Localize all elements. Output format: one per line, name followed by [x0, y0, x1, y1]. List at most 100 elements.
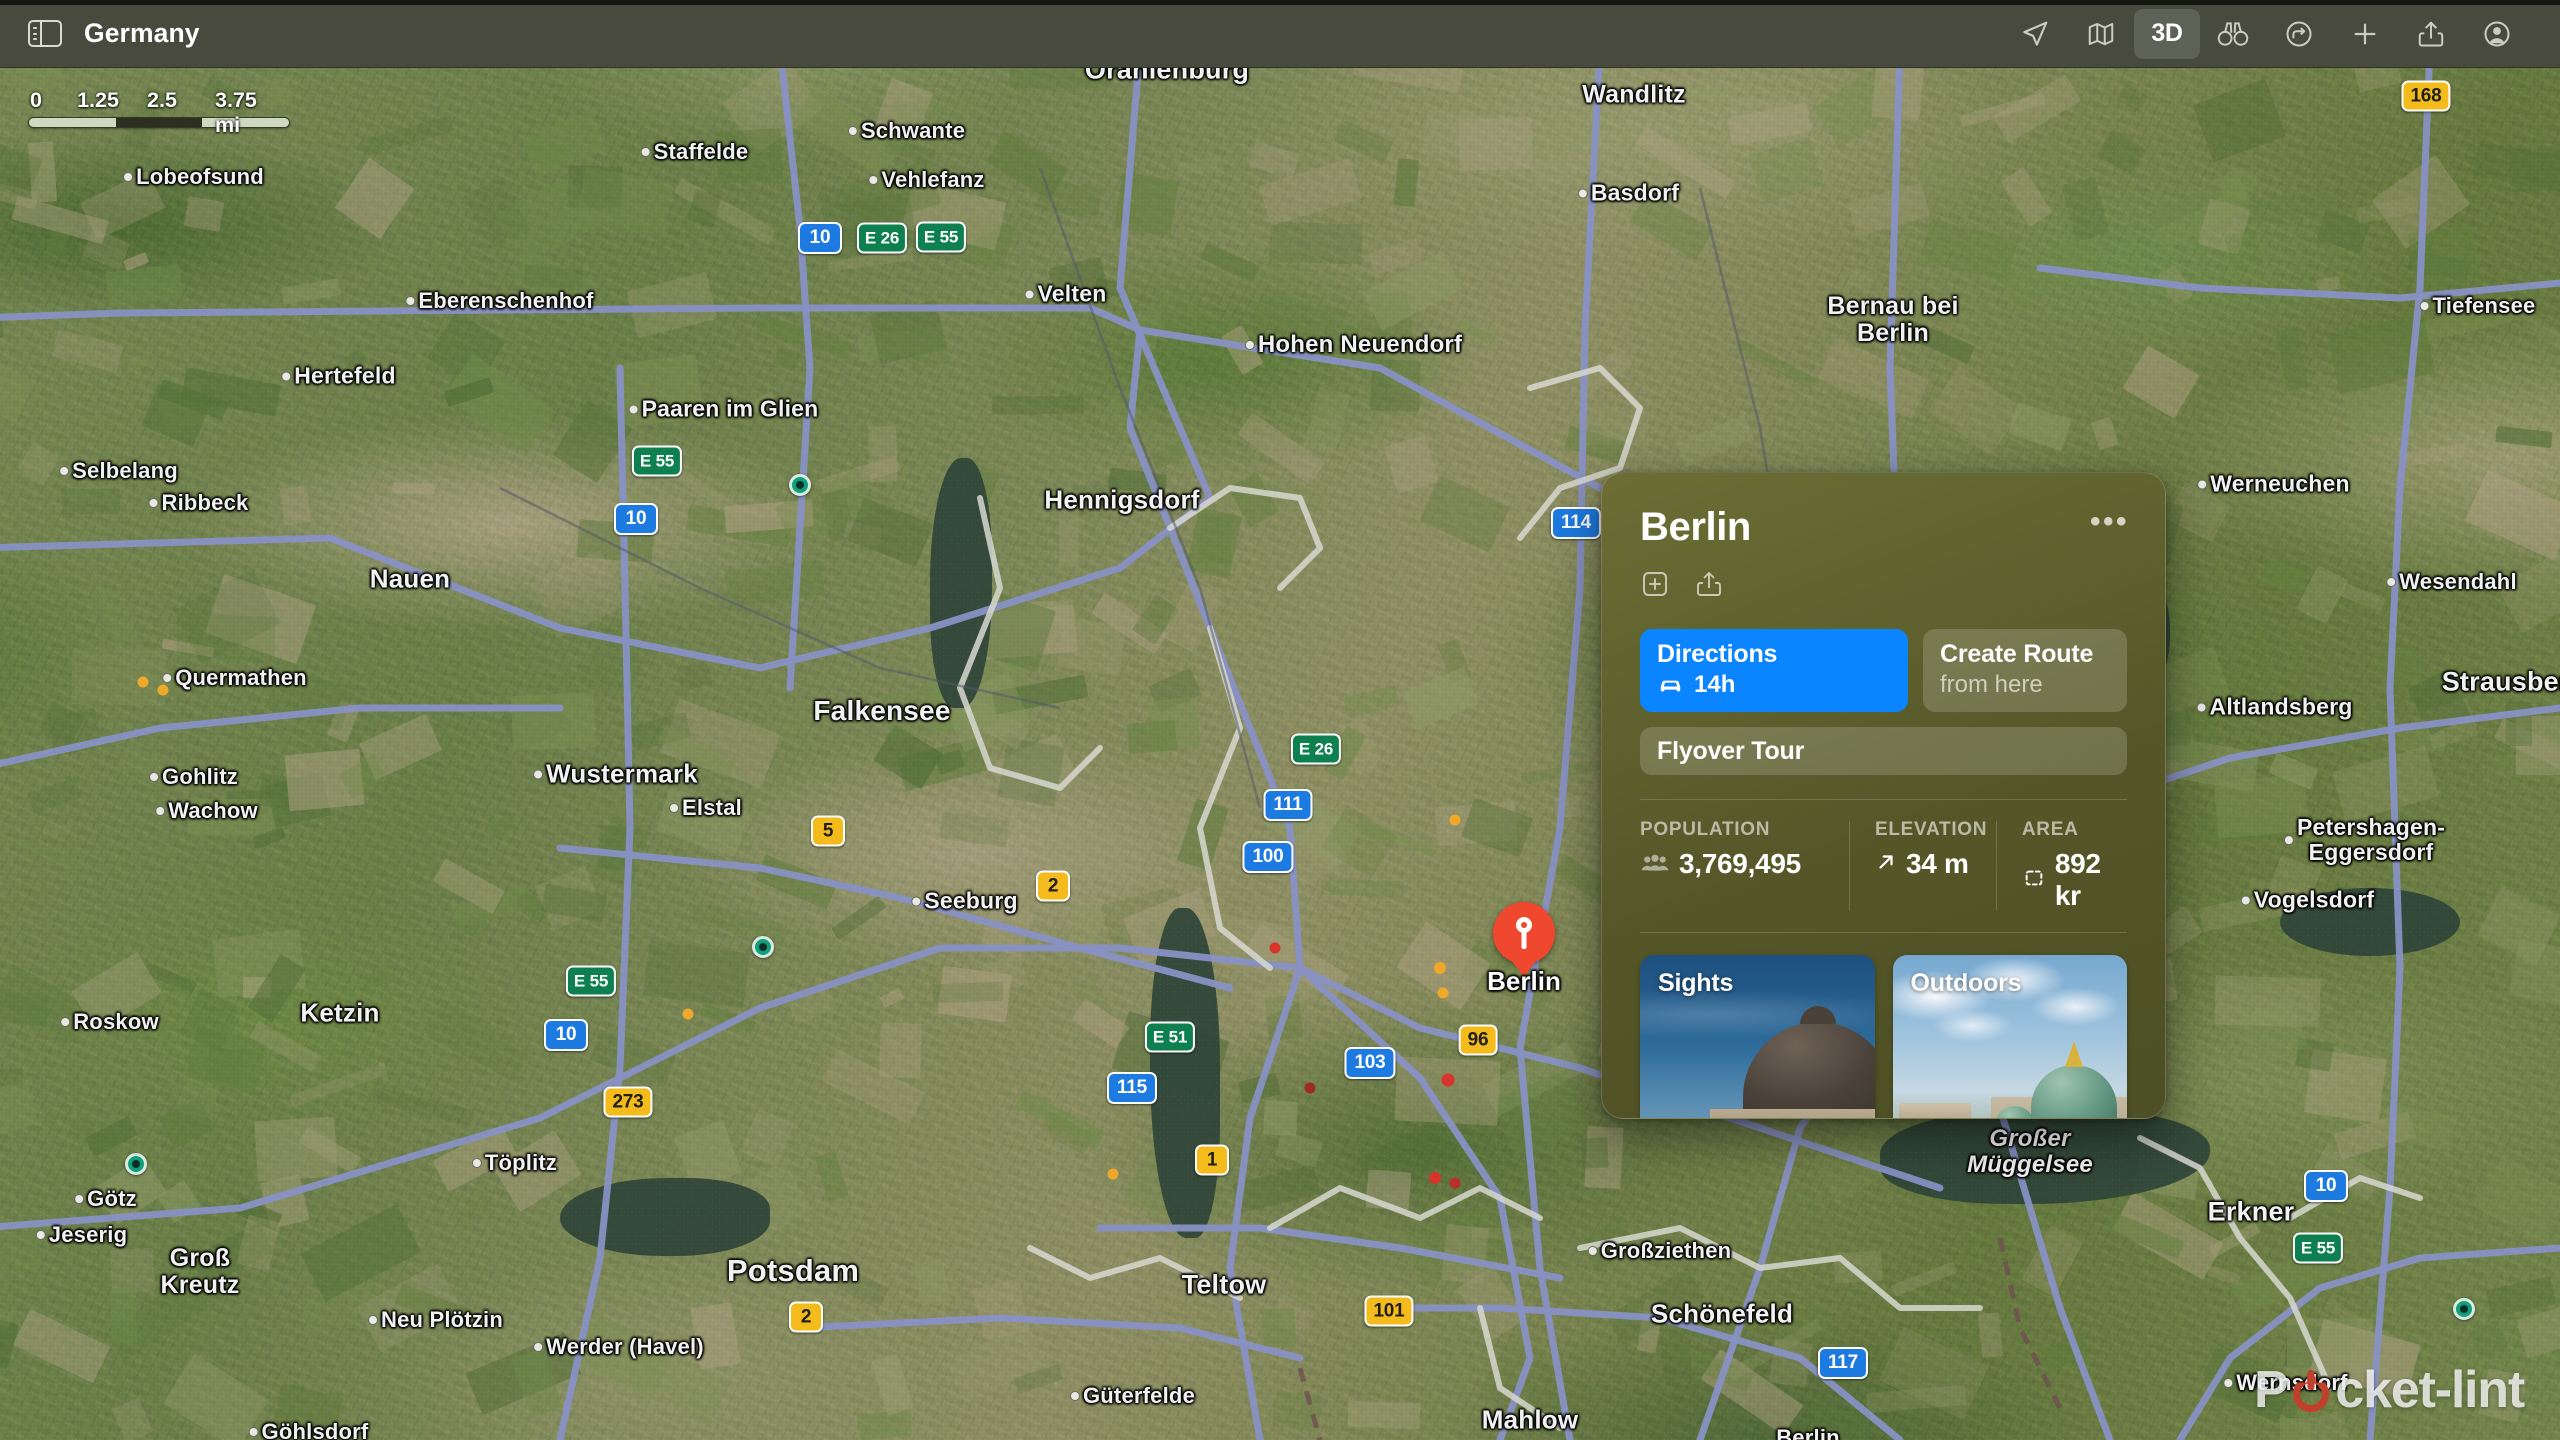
road-shield: 96: [1458, 1024, 1498, 1056]
road-shield: E 55: [915, 221, 967, 253]
power-symbol-icon: [2288, 1367, 2334, 1413]
map-poi-dot[interactable]: [752, 936, 774, 958]
berlin-pin-label: Berlin: [1487, 966, 1561, 996]
map-poi-dot[interactable]: [789, 474, 811, 496]
road-shield: 10: [2304, 1170, 2348, 1202]
page-title: Germany: [84, 18, 200, 48]
flyover-tour-label: Flyover Tour: [1657, 736, 1805, 765]
share-icon[interactable]: [2398, 9, 2464, 59]
scale-tick-0: 0: [30, 88, 42, 112]
road-shield: 273: [603, 1086, 653, 1118]
directions-icon[interactable]: [2266, 9, 2332, 59]
watermark-text-before: P: [2253, 1361, 2289, 1419]
share-place-icon[interactable]: [1694, 569, 1724, 599]
traffic-dot: [157, 684, 169, 696]
map-poi-dot[interactable]: [2453, 1298, 2475, 1320]
directions-label: Directions: [1657, 640, 1778, 668]
road-shield: 117: [1817, 1347, 1869, 1379]
scale-tick-2: 2.5: [147, 88, 177, 112]
traffic-dot: [1429, 1172, 1441, 1184]
flyover-tour-button[interactable]: Flyover Tour: [1640, 727, 2127, 775]
map-canvas[interactable]: 10 E 26 E 55 168 E 55 10 114 E 26 111 5 100 2 E 55 10…: [0, 68, 2560, 1440]
car-icon: [1657, 676, 1684, 694]
dashed-square-icon: [2022, 864, 2046, 896]
traffic-dot: [1434, 962, 1446, 974]
road-shield: 101: [1364, 1295, 1414, 1327]
road-shield: 115: [1106, 1072, 1158, 1104]
traffic-dot: [1441, 1073, 1455, 1087]
traffic-dot: [137, 676, 149, 688]
traffic-dot: [1449, 1177, 1461, 1189]
maps-window: Germany 3D 10 E 26 E 55 168 E 55 10 114 …: [0, 0, 2560, 1440]
more-options-button[interactable]: •••: [2090, 507, 2129, 537]
three-d-toggle[interactable]: 3D: [2134, 8, 2200, 59]
stat-population-key: POPULATION: [1640, 819, 1771, 840]
card-divider: [1640, 799, 2127, 800]
traffic-dot: [1107, 1168, 1119, 1180]
tile-outdoors[interactable]: Outdoors: [1892, 955, 2127, 1118]
road-shield: E 51: [1144, 1021, 1196, 1053]
directions-duration: 14h: [1694, 671, 1736, 698]
map-mode-icon[interactable]: [2068, 9, 2134, 59]
road-shield: 10: [614, 503, 658, 535]
add-to-guide-icon[interactable]: [1640, 569, 1670, 599]
scale-tick-1: 1.25: [77, 88, 119, 112]
card-action-icons: [1640, 569, 2127, 599]
road-shield: E 55: [565, 965, 617, 997]
window-titlebar: Germany 3D: [0, 0, 2560, 68]
map-poi-dot[interactable]: [125, 1153, 147, 1175]
stat-elevation: ELEVATION 34 m: [1848, 819, 1996, 912]
traffic-dot: [1437, 987, 1449, 999]
sidebar-toggle-icon[interactable]: [28, 20, 62, 47]
card-divider-2: [1640, 932, 2127, 933]
traffic-dot: [1269, 942, 1281, 954]
stat-elevation-key: ELEVATION: [1874, 819, 1988, 840]
people-icon: [1640, 848, 1670, 880]
traffic-dot: [1449, 814, 1461, 826]
map-scale-bar: 0 1.25 2.5 3.75 mi: [28, 88, 290, 137]
tile-sights[interactable]: Sights: [1640, 955, 1875, 1118]
road-shield: 100: [1242, 841, 1294, 873]
road-network: [0, 68, 2560, 1440]
place-info-card[interactable]: Berlin ••• Directions 14h Create Route f…: [1601, 472, 2166, 1119]
tile-sights-label: Sights: [1658, 969, 1734, 997]
look-around-icon[interactable]: [2200, 9, 2266, 59]
road-shield: E 55: [631, 445, 683, 477]
account-icon[interactable]: [2464, 9, 2530, 59]
create-route-button[interactable]: Create Route from here: [1923, 629, 2127, 712]
pocket-lint-watermark: P cket-lint: [2253, 1360, 2525, 1420]
road-shield: E 26: [856, 222, 908, 254]
three-d-label: 3D: [2151, 19, 2183, 47]
locate-icon[interactable]: [2002, 9, 2068, 59]
directions-button[interactable]: Directions 14h: [1640, 629, 1908, 712]
card-cta-row: Directions 14h Create Route from here: [1640, 629, 2127, 712]
road-shield: 114: [1550, 507, 1602, 539]
scale-tick-3: 3.75 mi: [215, 88, 257, 137]
stat-area-key: AREA: [2021, 819, 2079, 840]
create-route-sublabel: from here: [1940, 671, 2043, 698]
road-shield: 2: [1036, 870, 1070, 902]
stat-elevation-value: 34 m: [1905, 848, 1969, 879]
stat-population-value: 3,769,495: [1679, 848, 1801, 879]
road-shield: 168: [2401, 80, 2451, 112]
road-shield: 111: [1263, 789, 1313, 821]
place-name: Berlin: [1640, 505, 1751, 549]
stat-area-value: 892 kr: [2054, 848, 2101, 911]
category-tiles: Sights Outdoors: [1640, 955, 2127, 1118]
toolbar: 3D: [2002, 8, 2560, 59]
road-shield: 5: [811, 815, 845, 847]
traffic-dot: [1304, 1082, 1316, 1094]
road-shield: 1: [1195, 1144, 1229, 1176]
road-shield: E 55: [2292, 1232, 2344, 1264]
arrow-up-right-icon: [1875, 848, 1897, 880]
place-stats: POPULATION 3,769,495 ELEVATION 34 m AREA…: [1640, 819, 2127, 912]
create-route-label: Create Route: [1940, 640, 2094, 668]
add-icon[interactable]: [2332, 9, 2398, 59]
watermark-text-after: cket-lint: [2335, 1361, 2525, 1419]
road-shield: 103: [1344, 1047, 1396, 1079]
stat-area: AREA 892 kr: [1995, 819, 2127, 912]
tile-outdoors-label: Outdoors: [1910, 969, 2022, 997]
road-shield: 10: [544, 1019, 588, 1051]
scale-tick-labels: 0 1.25 2.5 3.75 mi: [28, 88, 290, 137]
berlin-map-pin[interactable]: [1493, 902, 1555, 964]
